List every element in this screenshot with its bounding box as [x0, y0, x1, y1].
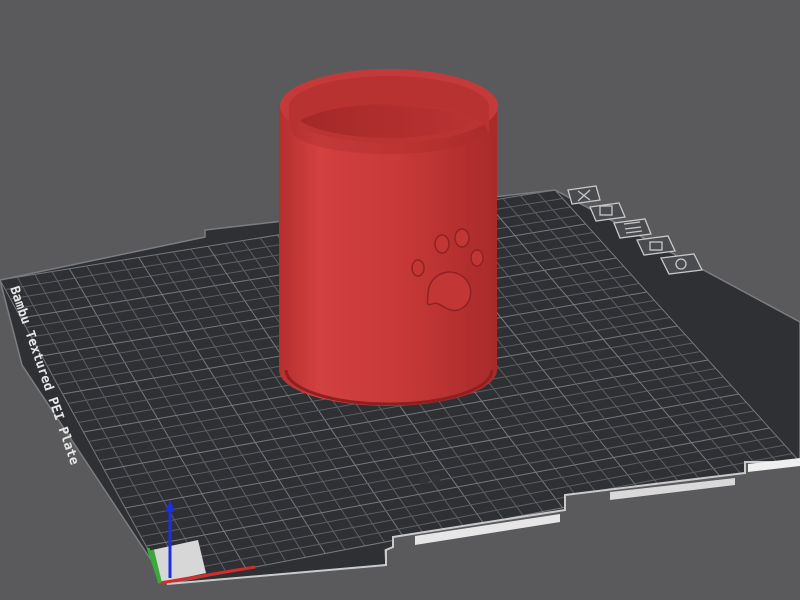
lock-icon[interactable] [636, 235, 676, 256]
scene: Bambu Textured PEI Plate [0, 69, 800, 585]
auto-orient-icon[interactable] [589, 202, 626, 222]
plate-settings-icon[interactable] [660, 253, 703, 275]
3d-viewport[interactable]: Bambu Textured PEI Plate [0, 0, 800, 600]
cup-model[interactable] [279, 69, 498, 406]
arrange-icon[interactable] [613, 218, 652, 239]
close-icon[interactable] [567, 185, 601, 205]
